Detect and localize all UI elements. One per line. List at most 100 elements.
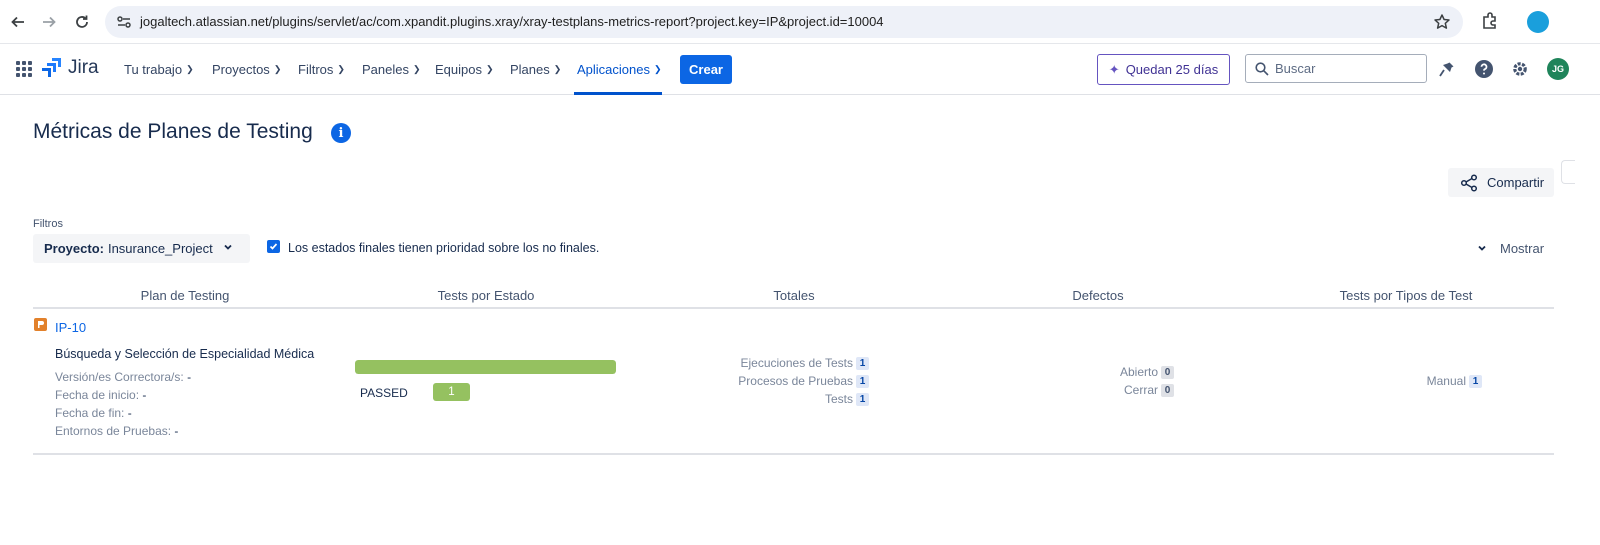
stat-count-badge: 1 [856,374,869,388]
browser-toolbar: jogaltech.atlassian.net/plugins/servlet/… [0,0,1600,44]
trial-button[interactable]: ✦ Quedan 25 días [1097,54,1230,85]
side-panel-handle[interactable] [1561,160,1575,184]
notifications-icon[interactable] [1437,59,1457,79]
nav-label: Tu trabajo [124,62,183,77]
nav-planes[interactable]: Planes ❯ [510,62,561,77]
status-label: PASSED [360,386,408,400]
sparkle-icon: ✦ [1108,61,1120,77]
nav-label: Paneles [362,62,409,77]
bookmark-star-icon[interactable] [1433,13,1451,36]
stat-label: Procesos de Pruebas [738,374,853,388]
share-icon [1460,173,1478,192]
meta-environments: Entornos de Pruebas: - [55,424,178,438]
column-header-plan: Plan de Testing [140,288,230,303]
checkbox-label[interactable]: Los estados finales tienen prioridad sob… [288,241,599,255]
active-nav-indicator [574,92,662,95]
jira-logo-icon [42,58,61,77]
nav-label: Aplicaciones [577,62,650,77]
nav-label: Planes [510,62,550,77]
info-icon[interactable]: i [331,123,351,143]
defects-open[interactable]: Abierto 0 [1120,365,1174,379]
status-progress-bar[interactable] [355,360,616,374]
column-header-test-types: Tests por Tipos de Test [1339,288,1473,303]
meta-label: Versión/es Correctora/s: [55,370,184,384]
nav-filtros[interactable]: Filtros ❯ [298,62,345,77]
reload-icon[interactable] [71,11,93,33]
browser-profile-icon[interactable] [1527,11,1549,33]
search-icon [1255,61,1269,76]
meta-start-date: Fecha de inicio: - [55,388,146,402]
nav-label: Filtros [298,62,334,77]
stat-label: Cerrar [1123,383,1158,397]
nav-label: Equipos [435,62,482,77]
nav-aplicaciones[interactable]: Aplicaciones ❯ [577,62,662,77]
project-filter-key: Proyecto: [44,241,104,256]
meta-value: - [127,406,132,420]
stat-count-badge: 1 [856,392,869,406]
status-progress-fill-passed [355,360,616,374]
meta-end-date: Fecha de fin: - [55,406,132,420]
create-button[interactable]: Crear [680,55,732,84]
stat-label: Tests [824,392,853,406]
test-plan-link[interactable]: IP-10 [55,320,86,335]
chevron-down-icon: ❯ [485,64,494,74]
nav-proyectos[interactable]: Proyectos ❯ [212,62,281,77]
status-count-badge[interactable]: 1 [433,383,470,401]
stat-label: Ejecuciones de Tests [740,356,853,370]
column-header-status: Tests por Estado [437,288,535,303]
checkmark-icon [269,243,278,250]
chevron-down-icon: ❯ [654,64,662,74]
back-arrow-icon[interactable] [7,11,29,33]
app-switcher-icon[interactable] [15,60,33,83]
share-button[interactable]: Compartir [1448,168,1554,197]
test-plan-icon [34,318,47,331]
filters-label: Filtros [33,218,63,230]
meta-label: Fecha de fin: [55,406,125,420]
test-plan-summary: Búsqueda y Selección de Especialidad Méd… [55,347,315,361]
chevron-down-icon [223,242,233,255]
forward-arrow-icon[interactable] [38,11,60,33]
extensions-icon[interactable] [1480,11,1500,36]
final-status-priority-checkbox[interactable] [267,240,280,253]
jira-logo[interactable]: Jira [42,57,99,79]
nav-equipos[interactable]: Equipos ❯ [435,62,494,77]
nav-label: Proyectos [212,62,270,77]
settings-gear-icon[interactable] [1510,59,1530,79]
meta-value: - [142,388,147,402]
show-toggle[interactable]: Mostrar [1477,241,1544,256]
nav-tu-trabajo[interactable]: Tu trabajo ❯ [124,62,194,77]
stat-count-badge: 1 [1469,374,1482,388]
site-settings-icon[interactable] [116,14,132,35]
stat-count-badge: 1 [856,356,869,370]
chevron-down-icon: ❯ [553,64,562,74]
chevron-down-icon: ❯ [412,64,421,74]
jira-top-nav: Jira Tu trabajo ❯ Proyectos ❯ Filtros ❯ Pan… [0,44,1600,95]
total-test-executions[interactable]: Ejecuciones de Tests 1 [740,356,869,370]
avatar[interactable]: JG [1547,58,1569,80]
project-filter-select[interactable]: Proyecto: Insurance_Project [33,234,250,263]
total-tests[interactable]: Tests 1 [825,392,869,406]
search-box[interactable] [1245,54,1427,83]
meta-label: Fecha de inicio: [55,388,140,402]
chevron-down-icon: ❯ [337,64,345,74]
address-bar[interactable]: jogaltech.atlassian.net/plugins/servlet/… [105,6,1463,38]
search-input[interactable] [1275,61,1415,76]
chevron-down-icon [1477,243,1487,255]
help-icon[interactable] [1474,59,1494,79]
stat-count-badge: 0 [1161,383,1174,397]
test-type-manual[interactable]: Manual 1 [1427,374,1482,388]
jira-logo-text: Jira [68,57,99,78]
project-filter-value: Insurance_Project [107,241,213,256]
trial-label: Quedan 25 días [1125,62,1219,77]
meta-value: - [174,424,179,438]
stat-count-badge: 0 [1161,365,1174,379]
show-label: Mostrar [1500,241,1545,256]
defects-closed[interactable]: Cerrar 0 [1124,383,1174,397]
total-test-sets[interactable]: Procesos de Pruebas 1 [738,374,869,388]
url-text[interactable]: jogaltech.atlassian.net/plugins/servlet/… [140,14,884,29]
column-header-totals: Totales [773,288,815,303]
meta-fix-version: Versión/es Correctora/s: - [55,370,191,384]
stat-label: Abierto [1119,365,1158,379]
chevron-down-icon: ❯ [186,64,194,74]
nav-paneles[interactable]: Paneles ❯ [362,62,421,77]
